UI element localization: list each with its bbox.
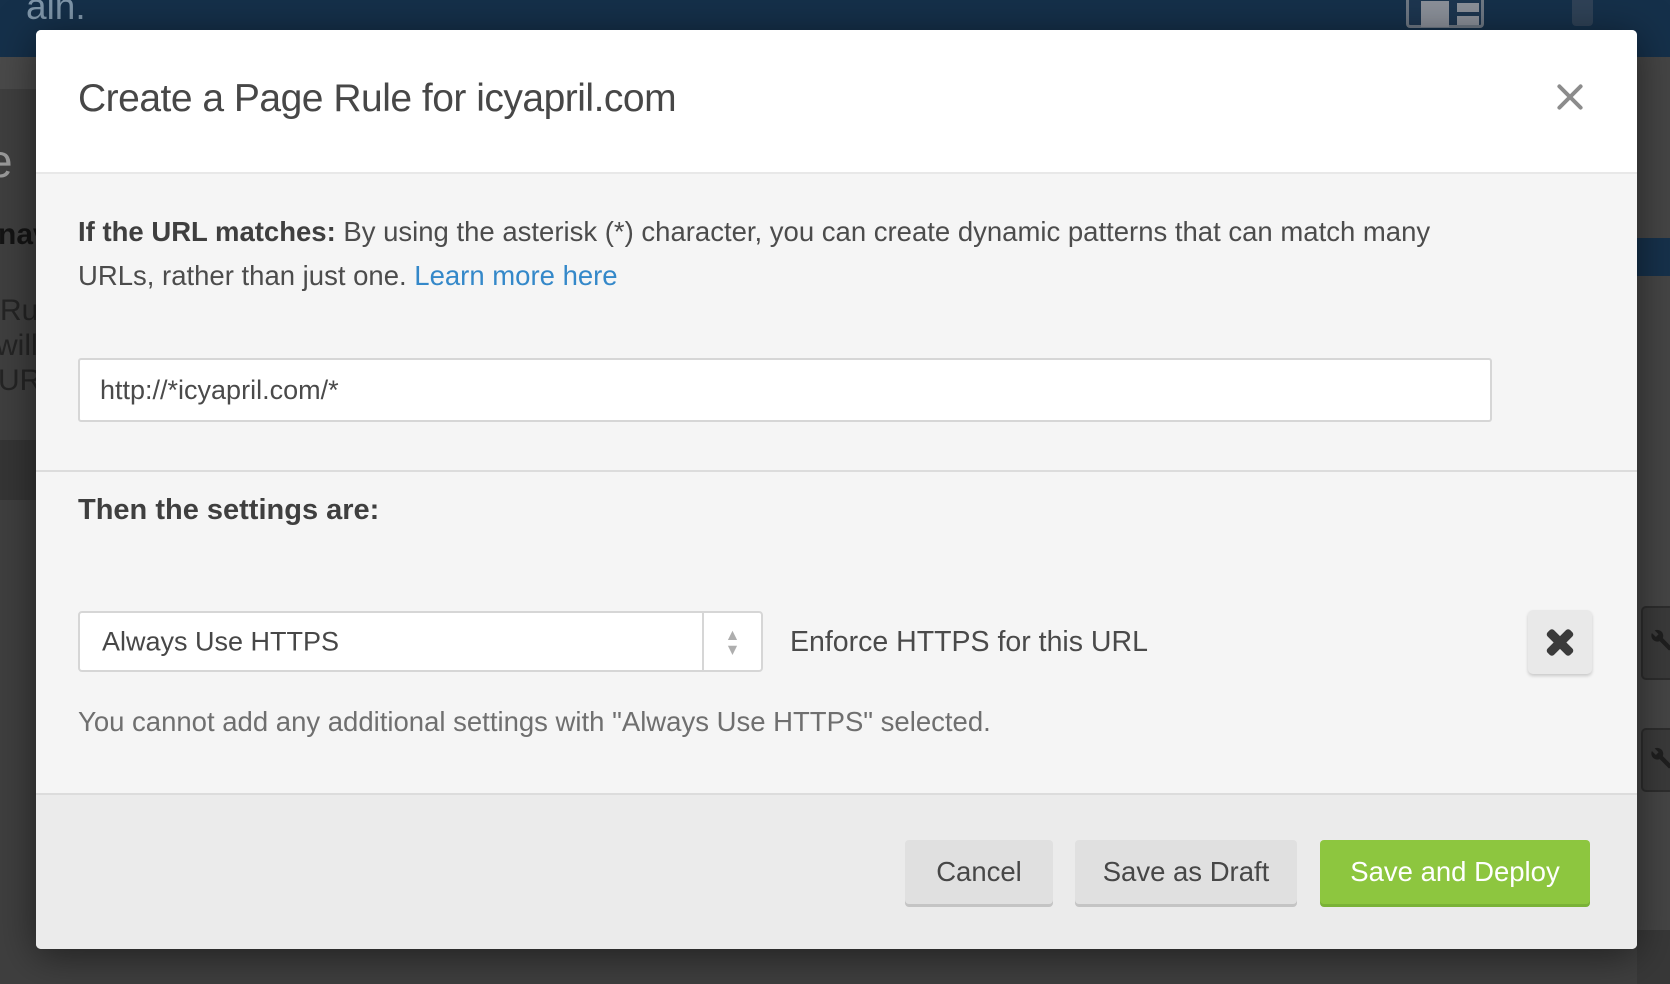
background-band: [0, 57, 36, 89]
cards-layout-icon: [1406, 0, 1484, 28]
remove-icon: [1545, 627, 1575, 657]
modal-footer: Cancel Save as Draft Save and Deploy: [36, 793, 1637, 949]
background-text-fragment: e: [0, 134, 13, 188]
modal-title: Create a Page Rule for icyapril.com: [78, 77, 676, 121]
select-stepper: ▲ ▼: [702, 613, 761, 670]
section-divider: [36, 470, 1637, 472]
page: ain. e nav Ru will UR Create a Page Rule…: [0, 0, 1670, 984]
chevron-down-icon: ▼: [728, 644, 737, 654]
chevron-up-icon: ▲: [728, 629, 737, 639]
close-button[interactable]: [1543, 70, 1597, 124]
cancel-button[interactable]: Cancel: [905, 840, 1053, 904]
background-right-strip: [1637, 57, 1670, 984]
create-page-rule-modal: Create a Page Rule for icyapril.com If t…: [36, 30, 1637, 949]
learn-more-link[interactable]: Learn more here: [414, 260, 617, 291]
setting-select-value: Always Use HTTPS: [102, 626, 339, 657]
url-match-label: If the URL matches:: [78, 216, 336, 247]
setting-description: Enforce HTTPS for this URL: [790, 626, 1148, 659]
background-blue-button-fragment: [1637, 238, 1670, 276]
wrench-icon: [1647, 626, 1670, 652]
header-icon-fragment: [1572, 0, 1593, 26]
background-band: [1637, 930, 1670, 984]
background-setting-button-fragment: [1641, 606, 1670, 680]
save-as-draft-button[interactable]: Save as Draft: [1075, 840, 1297, 904]
setting-select[interactable]: Always Use HTTPS ▲ ▼: [78, 611, 763, 672]
save-and-deploy-button[interactable]: Save and Deploy: [1320, 840, 1590, 904]
url-pattern-input[interactable]: [78, 358, 1492, 422]
close-icon: [1551, 78, 1589, 116]
background-header-text-fragment: ain.: [26, 0, 86, 28]
background-band: [0, 440, 36, 500]
modal-header: Create a Page Rule for icyapril.com: [36, 30, 1637, 174]
background-text-fragment: will: [0, 329, 38, 363]
settings-heading: Then the settings are:: [78, 494, 379, 527]
background-text-fragment: Ru: [0, 294, 38, 328]
background-setting-button-fragment: [1641, 728, 1670, 792]
remove-setting-button[interactable]: [1528, 610, 1592, 674]
url-match-description: If the URL matches: By using the asteris…: [78, 210, 1473, 298]
settings-note: You cannot add any additional settings w…: [78, 706, 991, 738]
wrench-icon: [1647, 744, 1670, 770]
